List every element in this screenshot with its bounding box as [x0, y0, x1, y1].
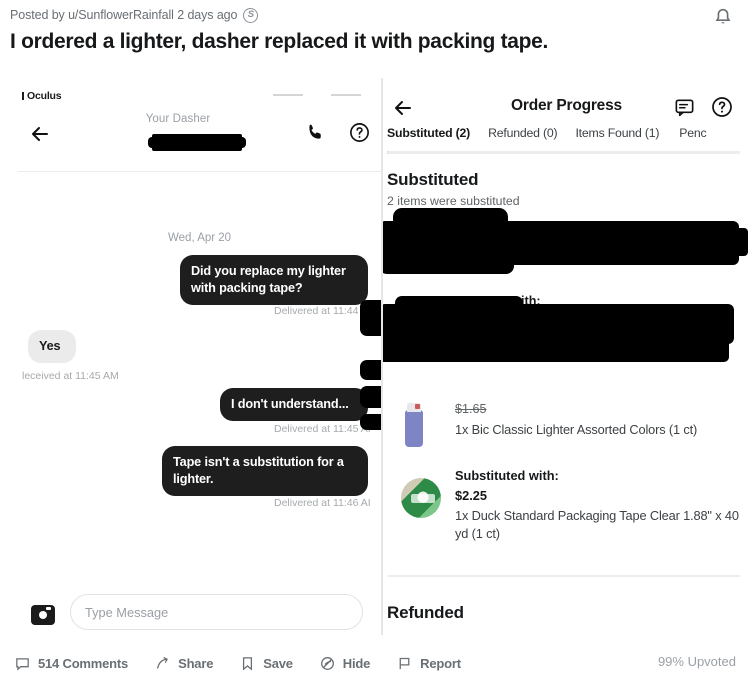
redaction-mark — [383, 334, 729, 362]
redaction-mark — [360, 360, 381, 380]
substitute-price: $2.25 — [455, 488, 488, 503]
carrier-label: Oculus — [27, 90, 62, 102]
lighter-body — [405, 410, 423, 447]
redaction-mark — [383, 254, 514, 274]
chat-timestamp: Delivered at 11:45 AI — [274, 423, 371, 435]
flag-icon — [399, 657, 410, 669]
order-tabs: Substituted (2) Refunded (0) Items Found… — [383, 126, 750, 154]
order-header: Order Progress — [383, 88, 750, 128]
substituted-subheading: 2 items were substituted — [387, 194, 520, 208]
lighter-thumbnail — [405, 403, 423, 447]
phone-status-bar: Oculus — [22, 90, 62, 102]
wifi-icon — [331, 94, 361, 96]
help-circle-icon[interactable] — [710, 95, 734, 119]
report-button[interactable]: Report — [396, 655, 461, 672]
upvote-percentage: 99% Upvoted — [657, 654, 736, 669]
back-arrow-icon[interactable] — [28, 122, 52, 146]
redacted-dasher-name — [148, 134, 246, 151]
redaction-mark — [360, 414, 381, 430]
battery-icon — [273, 94, 303, 96]
signal-bar-icon — [22, 92, 24, 100]
eye-off-icon — [320, 656, 334, 670]
chat-bubble-icon[interactable] — [673, 96, 696, 119]
post-screenshot: Oculus Your Dasher Wed, Apr 20 Did you r… — [0, 78, 750, 635]
help-circle-icon[interactable] — [348, 121, 371, 144]
original-item-name: 1x Bic Classic Lighter Assorted Colors (… — [455, 422, 698, 437]
share-button[interactable]: Share — [154, 655, 213, 672]
phone-icon[interactable] — [305, 122, 326, 143]
post-title: I ordered a lighter, dasher replaced it … — [10, 30, 549, 53]
comment-bubble-icon — [16, 657, 29, 671]
share-arrow-icon — [157, 656, 169, 669]
tab-pending[interactable]: Penc — [679, 126, 706, 154]
chat-header: Your Dasher — [0, 108, 381, 172]
redaction-mark — [533, 228, 748, 256]
substituted-with-label: Substituted with: — [455, 468, 559, 483]
redaction-mark — [360, 300, 381, 336]
substituted-heading: Substituted — [387, 170, 479, 189]
status-bar-right-icons — [231, 94, 361, 102]
tabs-underline — [387, 151, 740, 154]
lighter-spark-wheel — [415, 404, 420, 409]
post-author-meta[interactable]: Posted by u/SunflowerRainfall 2 days ago — [10, 8, 238, 22]
chat-bubble-incoming: Yes — [28, 330, 76, 363]
chat-timestamp: leceived at 11:45 AM — [22, 370, 119, 382]
save-label: Save — [263, 655, 293, 671]
tab-refunded[interactable]: Refunded (0) — [488, 126, 558, 154]
chat-bubble-outgoing: I don't understand... — [220, 388, 368, 421]
report-label: Report — [420, 655, 461, 671]
post-meta-row: Posted by u/SunflowerRainfall 2 days ago… — [10, 4, 740, 26]
order-progress-panel: Order Progress Substituted (2) Refunded … — [383, 78, 750, 635]
comments-button[interactable]: 514 Comments — [14, 655, 128, 672]
substitute-item-name: 1x Duck Standard Packaging Tape Clear 1.… — [455, 508, 739, 541]
notification-bell-icon[interactable] — [712, 6, 734, 28]
tab-substituted[interactable]: Substituted (2) — [387, 126, 470, 154]
section-divider — [387, 575, 740, 577]
original-price: $1.65 — [455, 402, 487, 416]
tab-items-found[interactable]: Items Found (1) — [575, 126, 659, 154]
post-action-bar: 514 Comments Share Save Hide Report 99% … — [0, 638, 750, 688]
chat-timestamp: Delivered at 11:44 AI — [274, 305, 371, 317]
silver-award-icon[interactable]: S — [243, 7, 259, 23]
camera-icon[interactable] — [31, 605, 55, 625]
chat-bubble-outgoing: Tape isn't a substitution for a lighter. — [162, 446, 368, 496]
redaction-mark — [360, 386, 381, 408]
share-label: Share — [178, 655, 214, 671]
substituted-item-card[interactable]: $1.65 1x Bic Classic Lighter Assorted Co… — [383, 396, 750, 571]
refunded-heading: Refunded — [387, 603, 464, 622]
dasher-chat-panel: Oculus Your Dasher Wed, Apr 20 Did you r… — [0, 78, 381, 635]
redaction-mark — [393, 208, 508, 230]
bookmark-icon — [243, 656, 253, 671]
chat-timestamp: Delivered at 11:46 AI — [274, 497, 371, 509]
message-input[interactable]: Type Message — [70, 594, 363, 630]
chat-message-list: Wed, Apr 20 Did you replace my lighter w… — [0, 170, 381, 600]
chat-bubble-outgoing: Did you replace my lighter with packing … — [180, 255, 368, 305]
packing-tape-thumbnail — [401, 478, 441, 518]
comments-label: 514 Comments — [38, 655, 129, 671]
hide-label: Hide — [342, 655, 371, 671]
reddit-post-page: Posted by u/SunflowerRainfall 2 days ago… — [0, 0, 750, 688]
save-button[interactable]: Save — [239, 655, 293, 672]
hide-button[interactable]: Hide — [319, 655, 370, 672]
message-compose-row: Type Message — [0, 594, 381, 635]
chat-date-divider: Wed, Apr 20 — [168, 232, 232, 244]
